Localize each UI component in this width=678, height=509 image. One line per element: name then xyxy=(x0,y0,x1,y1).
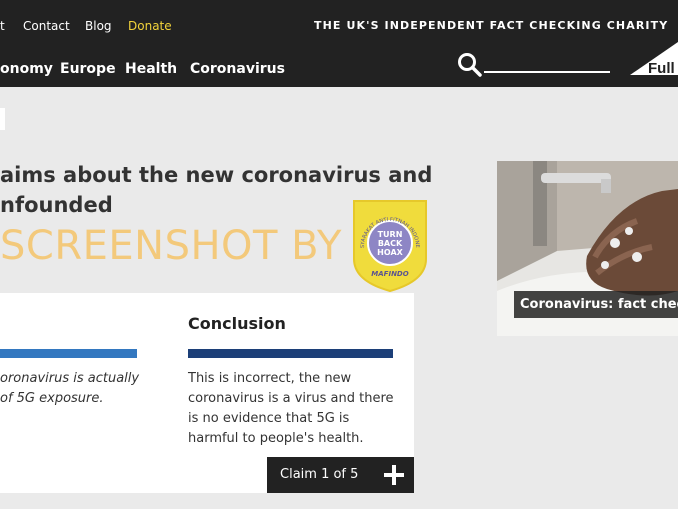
nav-europe[interactable]: Europe xyxy=(60,61,116,77)
mafindo-turnbackhoax-badge: MASYARAKAT ANTI FITNAH INDONESIA TURN BA… xyxy=(350,197,427,293)
nav-coronavirus[interactable]: Coronavirus xyxy=(190,61,285,77)
utility-link-partial[interactable]: t xyxy=(0,19,5,33)
site-header: t Contact Blog Donate THE UK'S INDEPENDE… xyxy=(0,0,678,87)
nav-economy[interactable]: onomy xyxy=(0,61,53,77)
search-icon[interactable] xyxy=(457,52,483,78)
svg-text:MAFINDO: MAFINDO xyxy=(371,270,408,278)
related-article-title[interactable]: Coronavirus: fact check xyxy=(514,291,678,318)
conclusion-heading: Conclusion xyxy=(188,314,286,333)
svg-text:BACK: BACK xyxy=(378,239,403,248)
conclusion-text: This is incorrect, the new coronavirus i… xyxy=(188,371,394,446)
donate-link[interactable]: Donate xyxy=(128,19,172,33)
svg-text:HOAX: HOAX xyxy=(377,248,403,257)
search-input[interactable] xyxy=(484,71,610,73)
screenshot-watermark: SCREENSHOT BY xyxy=(0,223,342,269)
claim-accent-bar xyxy=(0,349,137,358)
claim-text: oronavirus is actually of 5G exposure. xyxy=(0,371,140,406)
headline-line-2: nfounded xyxy=(0,193,113,217)
headline-line-1: aims about the new coronavirus and xyxy=(0,163,433,187)
plus-icon[interactable] xyxy=(383,464,405,486)
contact-link[interactable]: Contact xyxy=(23,19,70,33)
logo-text: Full xyxy=(648,60,675,76)
nav-health[interactable]: Health xyxy=(125,61,177,77)
page-marker xyxy=(0,108,5,130)
blog-link[interactable]: Blog xyxy=(85,19,112,33)
conclusion-accent-bar xyxy=(188,349,393,358)
related-article-card[interactable]: Coronavirus: fact check xyxy=(497,161,678,336)
claim-pager-button[interactable]: Claim 1 of 5 xyxy=(267,457,414,493)
site-tagline: THE UK'S INDEPENDENT FACT CHECKING CHARI… xyxy=(314,19,669,32)
claim-counter: Claim 1 of 5 xyxy=(280,467,359,482)
full-fact-logo[interactable]: Full xyxy=(628,40,678,76)
svg-text:TURN: TURN xyxy=(378,230,403,239)
